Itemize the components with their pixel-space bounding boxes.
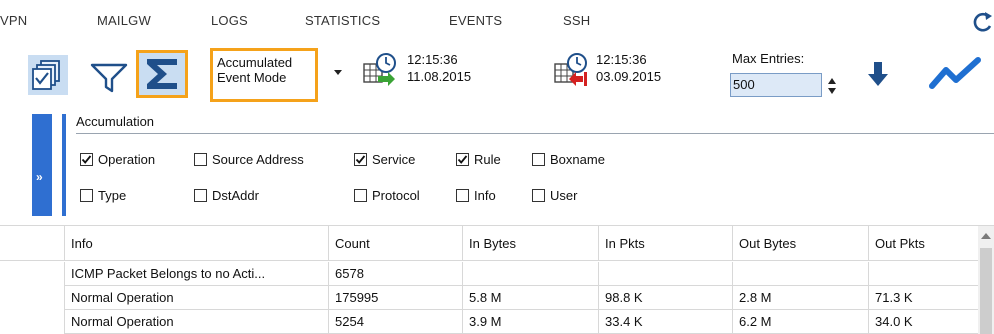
checkbox-label: Info <box>474 187 496 203</box>
end-time: 12:15:36 <box>596 52 647 67</box>
cell-in-pkts: 33.4 K <box>598 310 732 334</box>
cell-in-bytes <box>462 262 598 286</box>
table-row[interactable]: ICMP Packet Belongs to no Acti... 6578 <box>0 262 978 286</box>
cell-count: 6578 <box>328 262 462 286</box>
tab-statistics[interactable]: STATISTICS <box>305 13 380 28</box>
tab-logs[interactable]: LOGS <box>211 13 248 28</box>
end-date: 03.09.2015 <box>596 69 662 84</box>
top-navigation: VPN MAILGW LOGS STATISTICS EVENTS SSH <box>0 0 994 40</box>
checkbox-boxname[interactable]: Boxname <box>532 150 605 168</box>
events-table: Info Count In Bytes In Pkts Out Bytes Ou… <box>0 225 994 334</box>
max-entries-spinner-icon[interactable] <box>828 75 836 97</box>
checkbox-empty-icon[interactable] <box>354 188 367 202</box>
cell-in-bytes: 5.8 M <box>462 286 598 310</box>
cell-count: 5254 <box>328 310 462 334</box>
column-header-in-bytes[interactable]: In Bytes <box>462 226 598 261</box>
cell-info: Normal Operation <box>64 286 328 310</box>
table-header: Info Count In Bytes In Pkts Out Bytes Ou… <box>0 226 978 261</box>
checkbox-operation[interactable]: Operation <box>80 150 155 168</box>
cell-out-pkts: 34.0 K <box>868 310 978 334</box>
panel-divider <box>76 133 994 134</box>
download-arrow-icon[interactable] <box>866 60 890 90</box>
checkbox-empty-icon[interactable] <box>532 152 545 166</box>
cell-out-pkts <box>868 262 978 286</box>
expand-panel-button[interactable]: » <box>32 114 52 216</box>
checkmark-icon[interactable] <box>80 152 93 166</box>
column-header-info[interactable]: Info <box>64 226 328 261</box>
mode-line-2: Event Mode <box>217 70 287 85</box>
cell-in-pkts: 98.8 K <box>598 286 732 310</box>
copy-pages-icon[interactable] <box>28 55 68 95</box>
calendar-clock-start-icon[interactable] <box>362 52 404 90</box>
checkbox-empty-icon[interactable] <box>80 188 93 202</box>
table-row[interactable]: Normal Operation 5254 3.9 M 33.4 K 6.2 M… <box>0 310 978 334</box>
checkbox-label: Protocol <box>372 187 420 203</box>
start-date: 11.08.2015 <box>407 69 472 84</box>
trend-chart-icon[interactable] <box>928 56 984 92</box>
checkbox-label: Type <box>98 187 127 203</box>
scrollbar-thumb[interactable] <box>980 248 992 334</box>
panel-accent-line <box>62 114 66 216</box>
checkbox-info[interactable]: Info <box>456 186 496 204</box>
expand-icon: » <box>36 170 43 184</box>
checkbox-label: Service <box>372 151 416 167</box>
checkbox-empty-icon[interactable] <box>456 188 469 202</box>
vertical-scrollbar[interactable] <box>978 226 994 334</box>
tab-mailgw[interactable]: MAILGW <box>97 13 151 28</box>
checkbox-label: Rule <box>474 151 501 167</box>
cell-out-bytes <box>732 262 868 286</box>
checkbox-empty-icon[interactable] <box>194 188 207 202</box>
max-entries-input[interactable]: 500 <box>730 73 822 97</box>
chevron-down-icon[interactable] <box>334 70 342 75</box>
tab-ssh[interactable]: SSH <box>563 13 590 28</box>
refresh-icon[interactable] <box>972 9 994 33</box>
tab-vpn[interactable]: VPN <box>0 13 27 28</box>
checkbox-dstaddr[interactable]: DstAddr <box>194 186 259 204</box>
max-entries-label: Max Entries: <box>732 51 805 66</box>
cell-out-bytes: 2.8 M <box>732 286 868 310</box>
checkbox-label: Boxname <box>550 151 605 167</box>
scroll-up-icon[interactable] <box>981 233 991 239</box>
cell-in-bytes: 3.9 M <box>462 310 598 334</box>
cell-info: Normal Operation <box>64 310 328 334</box>
column-header-out-pkts[interactable]: Out Pkts <box>868 226 978 261</box>
start-time: 12:15:36 <box>407 52 458 67</box>
checkbox-rule[interactable]: Rule <box>456 150 501 168</box>
cell-out-pkts: 71.3 K <box>868 286 978 310</box>
tab-events[interactable]: EVENTS <box>449 13 502 28</box>
calendar-clock-end-icon[interactable] <box>553 52 595 90</box>
checkbox-service[interactable]: Service <box>354 150 415 168</box>
accumulation-mode-selector[interactable]: Accumulated Event Mode <box>210 48 318 102</box>
start-datetime[interactable]: 12:15:36 11.08.2015 <box>407 51 471 85</box>
checkbox-label: Operation <box>98 151 156 167</box>
checkbox-user[interactable]: User <box>532 186 577 204</box>
checkbox-protocol[interactable]: Protocol <box>354 186 420 204</box>
filter-funnel-icon[interactable] <box>88 57 130 95</box>
checkbox-label: Source Address <box>212 151 304 167</box>
checkbox-empty-icon[interactable] <box>194 152 207 166</box>
checkbox-label: User <box>550 187 578 203</box>
column-header-count[interactable]: Count <box>328 226 462 261</box>
checkbox-type[interactable]: Type <box>80 186 126 204</box>
accumulation-title: Accumulation <box>76 114 155 129</box>
sigma-icon[interactable] <box>136 50 188 98</box>
column-header-out-bytes[interactable]: Out Bytes <box>732 226 868 261</box>
cell-info: ICMP Packet Belongs to no Acti... <box>64 262 328 286</box>
cell-in-pkts <box>598 262 732 286</box>
cell-count: 175995 <box>328 286 462 310</box>
mode-line-1: Accumulated <box>217 55 293 70</box>
end-datetime[interactable]: 12:15:36 03.09.2015 <box>596 51 661 85</box>
checkbox-label: DstAddr <box>212 187 259 203</box>
table-row[interactable]: Normal Operation 175995 5.8 M 98.8 K 2.8… <box>0 286 978 310</box>
checkbox-source-address[interactable]: Source Address <box>194 150 304 168</box>
checkbox-empty-icon[interactable] <box>532 188 545 202</box>
column-header-in-pkts[interactable]: In Pkts <box>598 226 732 261</box>
checkmark-icon[interactable] <box>456 152 469 166</box>
cell-out-bytes: 6.2 M <box>732 310 868 334</box>
checkmark-icon[interactable] <box>354 152 367 166</box>
